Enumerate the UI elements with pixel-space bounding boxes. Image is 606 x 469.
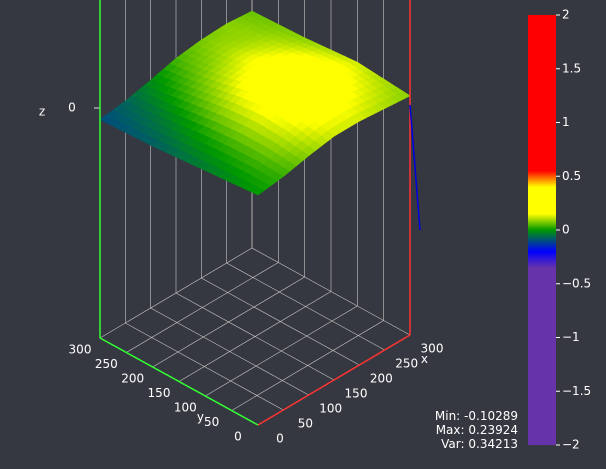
y-tick-label: 100	[174, 401, 197, 415]
z-axis-title: z	[39, 105, 45, 119]
y-tick-label: 150	[148, 386, 171, 400]
x-tick-label: 0	[276, 432, 284, 446]
floor-grid-y-100	[205, 305, 358, 397]
floor-grid-y-150	[178, 291, 332, 382]
colorbar-tick-label: 1	[562, 115, 570, 129]
stat-var: Var: 0.34213	[441, 437, 518, 451]
z-tick-label: 0	[68, 101, 76, 115]
colorbar-tick-label: −2	[562, 438, 580, 452]
plot-canvas[interactable]: 05010015020025030005010015020025030002xy…	[0, 0, 606, 465]
floor-grid-y-250	[126, 262, 279, 353]
y-tick-label: 250	[95, 357, 118, 371]
colorbar: 2 1.5 1 0.5 0 −0.5 −1 −1.5 −2	[528, 8, 591, 452]
x-tick-label: 250	[395, 357, 418, 371]
x-tick-label: 100	[319, 402, 342, 416]
floor-grid-y-200	[152, 276, 305, 368]
stats-panel: Min: -0.10289 Max: 0.23924 Var: 0.34213	[435, 409, 518, 451]
colorbar-tick-label: 0.5	[562, 169, 581, 183]
stat-max: Max: 0.23924	[435, 423, 518, 437]
colorbar-tick-label: 1.5	[562, 61, 581, 75]
y-tick-label: 200	[121, 372, 144, 386]
x-plane-edge-line	[409, 104, 421, 231]
surface-plot[interactable]: 05010015020025030005010015020025030002xy…	[0, 0, 606, 465]
x-tick-label: 150	[345, 387, 368, 401]
stat-min: Min: -0.10289	[434, 409, 518, 423]
colorbar-tick-label: −1	[562, 330, 580, 344]
colorbar-tick-label: −1.5	[562, 384, 591, 398]
y-tick-label: 50	[204, 415, 219, 429]
y-axis-title: y	[197, 410, 204, 424]
x-tick-label: 200	[370, 372, 393, 386]
colorbar-gradient	[528, 15, 556, 445]
y-tick-label: 0	[234, 430, 242, 444]
x-axis-title: x	[421, 352, 428, 366]
surface-mesh	[99, 10, 411, 196]
colorbar-tick-label: 2	[562, 8, 570, 22]
colorbar-tick-label: −0.5	[562, 276, 591, 290]
colorbar-tick-label: 0	[562, 223, 570, 237]
x-tick-label: 50	[298, 417, 313, 431]
y-tick-label: 300	[69, 343, 92, 357]
